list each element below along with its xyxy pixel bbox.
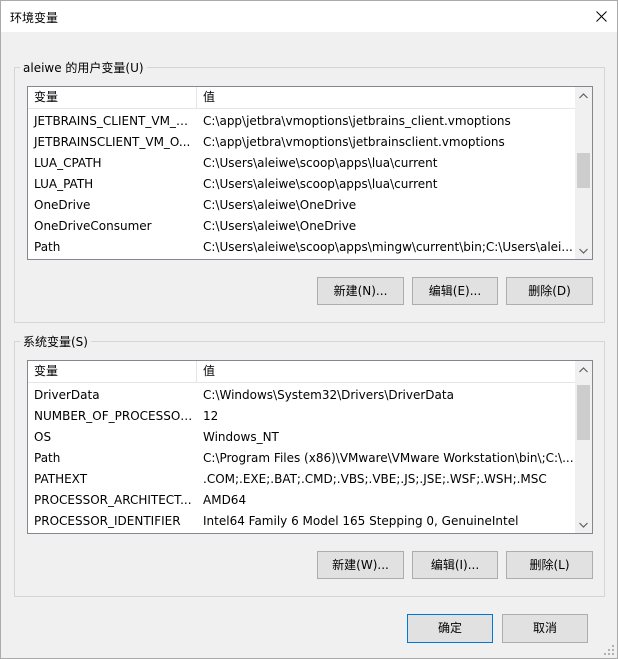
user-variables-label: aleiwe 的用户变量(U) bbox=[20, 59, 147, 76]
system-list-header: 变量 值 bbox=[28, 361, 576, 383]
system-variable-row[interactable]: DriverData C:\Windows\System32\Drivers\Dr… bbox=[28, 385, 575, 406]
variable-value-cell: C:\Program Files (x86)\VMware\VMware Wor… bbox=[203, 451, 574, 465]
user-variable-row[interactable]: OneDriveConsumer C:\Users\aleiwe\OneDrive bbox=[28, 216, 575, 237]
system-variables-label: 系统变量(S) bbox=[20, 333, 91, 350]
system-list-scrollbar[interactable] bbox=[575, 361, 592, 533]
column-header-value[interactable]: 值 bbox=[197, 87, 577, 109]
system-edit-button[interactable]: 编辑(I)... bbox=[412, 551, 498, 579]
variable-value-cell: AMD64 bbox=[203, 493, 247, 507]
user-variable-row[interactable]: JETBRAINSCLIENT_VM_O... C:\app\jetbra\vmo… bbox=[28, 132, 575, 153]
title-bar[interactable]: 环境变量 bbox=[1, 1, 617, 32]
system-variable-row[interactable]: Path C:\Program Files (x86)\VMware\VMware… bbox=[28, 448, 575, 469]
user-variable-row[interactable]: OneDrive C:\Users\aleiwe\OneDrive bbox=[28, 195, 575, 216]
chevron-up-icon bbox=[579, 366, 588, 372]
variable-name-cell: LUA_PATH bbox=[34, 177, 94, 191]
variable-name-cell: OneDrive bbox=[34, 198, 91, 212]
system-new-button[interactable]: 新建(W)... bbox=[317, 551, 404, 579]
variable-value-cell: 12 bbox=[203, 409, 219, 423]
resize-grip-icon[interactable] bbox=[603, 644, 615, 656]
close-icon bbox=[595, 11, 607, 22]
user-list-scrollbar[interactable] bbox=[575, 87, 592, 259]
cancel-button[interactable]: 取消 bbox=[502, 614, 588, 643]
scroll-thumb[interactable] bbox=[577, 385, 590, 440]
variable-value-cell: Intel64 Family 6 Model 165 Stepping 0, G… bbox=[203, 514, 519, 528]
variable-value-cell: Windows_NT bbox=[203, 430, 279, 444]
system-variable-row[interactable]: NUMBER_OF_PROCESSORS 12 bbox=[28, 406, 575, 427]
system-variable-row[interactable]: PATHEXT .COM;.EXE;.BAT;.CMD;.VBS;.VBE;.JS… bbox=[28, 469, 575, 490]
variable-name-cell: PROCESSOR_IDENTIFIER bbox=[34, 514, 181, 528]
variable-name-cell: Path bbox=[34, 240, 61, 254]
variable-name-cell: OS bbox=[34, 430, 52, 444]
variable-value-cell: C:\Users\aleiwe\OneDrive bbox=[203, 219, 357, 233]
user-variable-row[interactable]: Path C:\Users\aleiwe\scoop\apps\mingw\cur… bbox=[28, 237, 575, 258]
user-variable-row[interactable]: LUA_CPATH C:\Users\aleiwe\scoop\apps\lua\… bbox=[28, 153, 575, 174]
scroll-up-button[interactable] bbox=[575, 87, 592, 104]
scroll-down-button[interactable] bbox=[575, 242, 592, 259]
variable-name-cell: LUA_CPATH bbox=[34, 156, 102, 170]
window-title: 环境变量 bbox=[10, 11, 59, 25]
ok-button[interactable]: 确定 bbox=[407, 614, 493, 643]
variable-value-cell: C:\Users\aleiwe\scoop\apps\mingw\current… bbox=[203, 240, 573, 254]
scroll-down-button[interactable] bbox=[575, 516, 592, 533]
user-edit-button[interactable]: 编辑(E)... bbox=[412, 277, 498, 305]
variable-name-cell: JETBRAINS_CLIENT_VM_O... bbox=[34, 114, 196, 128]
variable-value-cell: C:\app\jetbra\vmoptions\jetbrains_client… bbox=[203, 114, 511, 128]
system-variables-list[interactable]: 变量 值 DriverData C:\Windows\System32\Drive… bbox=[27, 360, 593, 534]
variable-name-cell: PROCESSOR_ARCHITECT... bbox=[34, 493, 192, 507]
column-header-variable[interactable]: 变量 bbox=[28, 361, 196, 383]
close-button[interactable] bbox=[585, 1, 617, 32]
system-variable-row[interactable]: PROCESSOR_IDENTIFIER Intel64 Family 6 Mod… bbox=[28, 511, 575, 532]
variable-name-cell: PATHEXT bbox=[34, 472, 88, 486]
chevron-down-icon bbox=[579, 248, 588, 254]
scroll-up-button[interactable] bbox=[575, 361, 592, 378]
system-variable-row[interactable]: PROCESSOR_ARCHITECT... AMD64 bbox=[28, 490, 575, 511]
variable-value-cell: C:\app\jetbra\vmoptions\jetbrainsclient.… bbox=[203, 135, 505, 149]
user-list-header: 变量 值 bbox=[28, 87, 576, 109]
variable-value-cell: .COM;.EXE;.BAT;.CMD;.VBS;.VBE;.JS;.JSE;.… bbox=[203, 472, 547, 486]
user-variable-row[interactable]: LUA_PATH C:\Users\aleiwe\scoop\apps\lua\c… bbox=[28, 174, 575, 195]
user-new-button[interactable]: 新建(N)... bbox=[317, 277, 404, 305]
variable-name-cell: Path bbox=[34, 451, 61, 465]
chevron-up-icon bbox=[579, 92, 588, 98]
chevron-down-icon bbox=[579, 522, 588, 528]
variable-value-cell: C:\Users\aleiwe\scoop\apps\lua\current bbox=[203, 156, 438, 170]
user-delete-button[interactable]: 删除(D) bbox=[506, 277, 593, 305]
column-header-value[interactable]: 值 bbox=[197, 361, 577, 383]
column-header-variable[interactable]: 变量 bbox=[28, 87, 196, 109]
variable-value-cell: C:\Users\aleiwe\scoop\apps\lua\current bbox=[203, 177, 438, 191]
scroll-thumb[interactable] bbox=[577, 153, 590, 188]
system-variable-row[interactable]: OS Windows_NT bbox=[28, 427, 575, 448]
variable-name-cell: OneDriveConsumer bbox=[34, 219, 152, 233]
variable-name-cell: JETBRAINSCLIENT_VM_O... bbox=[34, 135, 191, 149]
variable-name-cell: NUMBER_OF_PROCESSORS bbox=[34, 409, 196, 423]
user-variables-list[interactable]: 变量 值 JETBRAINS_CLIENT_VM_O... C:\app\jetb… bbox=[27, 86, 593, 260]
system-delete-button[interactable]: 删除(L) bbox=[506, 551, 593, 579]
user-variable-row[interactable]: JETBRAINS_CLIENT_VM_O... C:\app\jetbra\vm… bbox=[28, 111, 575, 132]
environment-variables-dialog: 环境变量 aleiwe 的用户变量(U) 变量 值 JETBRAINS_CLIE… bbox=[0, 0, 618, 659]
variable-value-cell: C:\Windows\System32\Drivers\DriverData bbox=[203, 388, 454, 402]
variable-name-cell: DriverData bbox=[34, 388, 100, 402]
variable-value-cell: C:\Users\aleiwe\OneDrive bbox=[203, 198, 357, 212]
